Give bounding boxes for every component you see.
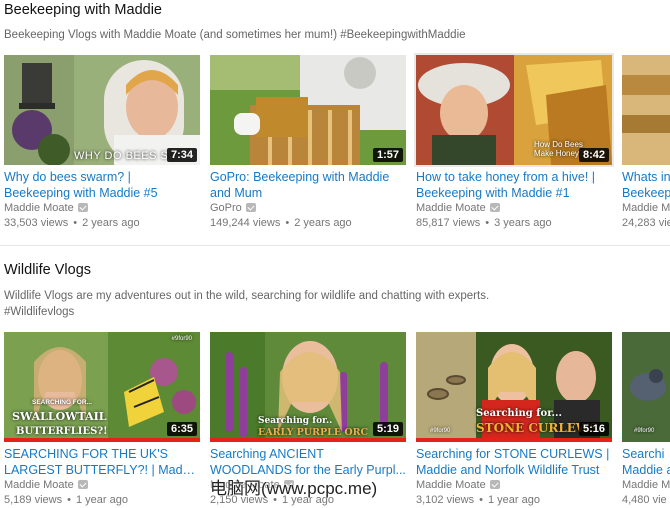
- shelf-description: Wildlife Vlogs are my adventures out in …: [4, 290, 490, 318]
- tag-label: #9for90: [430, 428, 451, 434]
- video-title[interactable]: GoPro: Beekeeping with Maddie and Mum: [210, 169, 406, 201]
- video-title[interactable]: Searching for STONE CURLEWS | Maddie and…: [416, 446, 612, 478]
- thumbnail-caption: SEARCHING FOR...: [32, 399, 92, 406]
- channel-name[interactable]: Maddie Moate: [416, 479, 500, 491]
- channel-name[interactable]: Maddie M: [622, 479, 670, 491]
- video-duration: 6:35: [166, 422, 197, 436]
- verified-icon: [245, 203, 256, 212]
- watch-progress-bar: [416, 438, 612, 442]
- video-card[interactable]: Whats in Beekeep Maddie M 24,283 vie: [622, 55, 670, 235]
- view-count: 4,480 vie: [622, 494, 667, 506]
- tag-label: #9for90: [634, 428, 655, 434]
- video-title-line[interactable]: Whats in: [622, 169, 670, 185]
- video-duration: 7:34: [166, 148, 197, 162]
- thumbnail-caption: EARLY PURPLE ORC: [258, 427, 369, 438]
- view-count: 85,817 views: [416, 217, 481, 229]
- view-count: 24,283 vie: [622, 217, 670, 229]
- video-thumbnail[interactable]: 1:57: [210, 55, 406, 165]
- tag-label: #9for90: [171, 336, 192, 342]
- video-title[interactable]: Searchi Maddie a: [622, 446, 670, 478]
- thumbnail-caption: Searching for...: [476, 408, 563, 419]
- video-title-line[interactable]: Beekeep: [622, 185, 670, 201]
- video-title-line[interactable]: Searching ANCIENT: [210, 446, 406, 462]
- separator-dot: •: [73, 217, 78, 229]
- video-title[interactable]: How to take honey from a hive! | Beekeep…: [416, 169, 612, 201]
- video-card[interactable]: #9for90 Searchi Maddie a Maddie M 4,480 …: [622, 332, 670, 508]
- video-title-line[interactable]: Searchi: [622, 446, 670, 462]
- video-title-line[interactable]: Maddie a: [622, 462, 670, 478]
- shelf-wildlife: Wildlife Vlogs Wildlife Vlogs are my adv…: [0, 246, 670, 508]
- channel-name[interactable]: Maddie Moate: [4, 202, 88, 214]
- verified-icon: [77, 480, 88, 489]
- channel-name[interactable]: GoPro: [210, 202, 256, 214]
- separator-dot: •: [285, 217, 290, 229]
- channel-name[interactable]: Maddie Moate: [4, 479, 88, 491]
- video-duration: 8:42: [578, 148, 609, 162]
- thumbnail-image: [622, 55, 670, 165]
- verified-icon: [489, 480, 500, 489]
- video-title[interactable]: Why do bees swarm? | Beekeeping with Mad…: [4, 169, 200, 201]
- video-title-line[interactable]: Why do bees swarm? |: [4, 169, 200, 185]
- video-title-line[interactable]: Beekeeping with Maddie #5: [4, 185, 200, 201]
- verified-icon: [489, 203, 500, 212]
- view-count: 149,244 views: [210, 217, 281, 229]
- video-duration: 5:19: [372, 422, 403, 436]
- upload-age: 1 year ago: [487, 494, 540, 506]
- channel-label[interactable]: Maddie Moate: [4, 479, 74, 491]
- video-title-line[interactable]: Searching for STONE CURLEWS |: [416, 446, 612, 462]
- thumbnail-image: [622, 332, 670, 442]
- shelf-title[interactable]: Beekeeping with Maddie: [4, 2, 162, 18]
- video-title-line[interactable]: Maddie and Norfolk Wildlife Trust: [416, 462, 612, 478]
- video-duration: 1:57: [372, 148, 403, 162]
- view-count: 5,189 views: [4, 494, 63, 506]
- video-title-line[interactable]: GoPro: Beekeeping with Maddie: [210, 169, 406, 185]
- upload-age: 2 years ago: [294, 217, 352, 229]
- channel-label[interactable]: Maddie Moate: [4, 202, 74, 214]
- channel-label[interactable]: Maddie Moate: [416, 479, 486, 491]
- watch-progress-bar: [4, 438, 200, 442]
- upload-age: 3 years ago: [494, 217, 552, 229]
- channel-label[interactable]: GoPro: [210, 202, 242, 214]
- thumbnail-caption: BUTTERFLIES?!: [16, 426, 108, 437]
- video-thumbnail[interactable]: [622, 55, 670, 165]
- video-duration: 5:16: [578, 422, 609, 436]
- thumbnail-caption: SWALLOWTAIL: [12, 410, 107, 423]
- shelf-description: Beekeeping Vlogs with Maddie Moate (and …: [4, 29, 466, 41]
- upload-age: 2 years ago: [82, 217, 140, 229]
- channel-name[interactable]: Maddie M: [622, 202, 670, 214]
- video-thumbnail[interactable]: WHY DO BEES SWA 7:34: [4, 55, 200, 165]
- separator-dot: •: [479, 494, 483, 506]
- video-title-line[interactable]: How to take honey from a hive! |: [416, 169, 612, 185]
- video-title[interactable]: SEARCHING FOR THE UK'S LARGEST BUTTERFLY…: [4, 446, 200, 478]
- video-title-line[interactable]: SEARCHING FOR THE UK'S: [4, 446, 200, 462]
- video-thumbnail[interactable]: Searching for... STONE CURLEWS #9for90 5…: [416, 332, 612, 442]
- video-title-line[interactable]: and Mum: [210, 185, 406, 201]
- view-count: 33,503 views: [4, 217, 69, 229]
- upload-age: 1 year ago: [75, 494, 128, 506]
- site-watermark: 电脑网(www.pcpc.me): [210, 479, 378, 498]
- separator-dot: •: [67, 494, 71, 506]
- watch-progress-bar: [210, 438, 406, 442]
- channel-name[interactable]: Maddie Moate: [416, 202, 500, 214]
- video-thumbnail[interactable]: SEARCHING FOR... SWALLOWTAIL BUTTERFLIES…: [4, 332, 200, 442]
- video-thumbnail[interactable]: How Do Bees Make Honey? 8:42: [414, 53, 614, 167]
- shelf-beekeeping: Beekeeping with Maddie Beekeeping Vlogs …: [0, 0, 670, 245]
- video-meta: 149,244 views • 2 years ago: [210, 217, 352, 229]
- video-meta: 5,189 views • 1 year ago: [4, 494, 128, 506]
- verified-icon: [77, 203, 88, 212]
- video-title-line[interactable]: Beekeeping with Maddie #1: [416, 185, 612, 201]
- video-meta: 85,817 views • 3 years ago: [416, 217, 552, 229]
- shelf-title[interactable]: Wildlife Vlogs: [4, 262, 91, 278]
- view-count: 3,102 views: [416, 494, 475, 506]
- video-thumbnail[interactable]: Searching for.. EARLY PURPLE ORC 5:19: [210, 332, 406, 442]
- video-title[interactable]: Whats in Beekeep: [622, 169, 670, 201]
- thumbnail-caption: Searching for..: [258, 416, 333, 426]
- separator-dot: •: [485, 217, 490, 229]
- video-title-line[interactable]: LARGEST BUTTERFLY?! | Maddi...: [4, 462, 200, 478]
- video-meta: 33,503 views • 2 years ago: [4, 217, 140, 229]
- channel-label[interactable]: Maddie Moate: [416, 202, 486, 214]
- video-thumbnail[interactable]: #9for90: [622, 332, 670, 442]
- video-meta: 3,102 views • 1 year ago: [416, 494, 540, 506]
